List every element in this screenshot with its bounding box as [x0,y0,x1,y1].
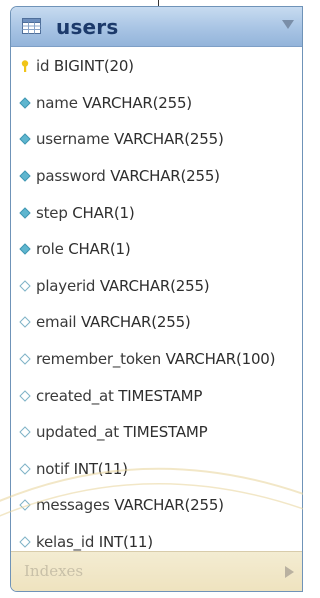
diamond-outline-icon [19,426,31,438]
column-type: VARCHAR(255) [114,496,224,515]
diamond-outline-icon [19,463,31,475]
diamond-filled-icon [19,243,31,255]
column-type: CHAR(1) [68,240,131,259]
column-name: messages [36,496,110,515]
triangle-right-icon[interactable] [285,566,294,578]
column-type: VARCHAR(255) [99,276,210,295]
table-entity-users[interactable]: users id BIGINT(20) name VARCHAR(255) user… [10,6,303,592]
column-row[interactable]: password VARCHAR(255) [11,158,302,195]
column-name: updated_at [36,423,119,442]
column-type: VARCHAR(255) [113,130,224,149]
column-text: kelas_id INT(11) [36,533,153,551]
column-type: VARCHAR(255) [110,167,220,186]
table-header[interactable]: users [11,7,302,47]
diamond-outline-icon [19,280,31,292]
column-name: password [36,167,106,186]
triangle-down-icon[interactable] [282,20,294,30]
column-row[interactable]: playerid VARCHAR(255) [11,268,302,305]
diamond-outline-icon [19,536,31,548]
diamond-outline-icon [19,389,31,402]
column-text: updated_at TIMESTAMP [36,423,208,441]
column-text: step CHAR(1) [36,204,135,222]
column-type: VARCHAR(255) [80,313,191,332]
diamond-filled-icon [19,133,31,146]
column-text: email VARCHAR(255) [36,313,191,331]
diamond-filled-icon [19,170,31,182]
column-name: email [36,313,77,332]
column-type: TIMESTAMP [118,386,203,405]
column-name: notif [36,459,70,478]
indexes-label: Indexes [24,562,84,580]
column-name: playerid [36,276,96,295]
column-text: playerid VARCHAR(255) [36,276,210,295]
column-text: id BIGINT(20) [36,57,134,75]
diamond-filled-icon [19,206,31,219]
column-type: INT(11) [73,459,128,478]
column-name: kelas_id [36,533,95,552]
column-text: remember_token VARCHAR(100) [36,350,275,368]
column-row[interactable]: username VARCHAR(255) [11,121,302,158]
column-row[interactable]: id BIGINT(20) [11,48,302,85]
column-row[interactable]: step CHAR(1) [11,194,302,231]
column-text: messages VARCHAR(255) [36,496,224,514]
column-row[interactable]: remember_token VARCHAR(100) [11,341,302,378]
column-row[interactable]: notif INT(11) [11,451,302,488]
column-name: name [36,93,78,112]
column-row[interactable]: created_at TIMESTAMP [11,377,302,414]
diamond-outline-icon [19,353,31,365]
column-type: CHAR(1) [72,203,135,222]
column-text: created_at TIMESTAMP [36,387,202,405]
column-row[interactable]: updated_at TIMESTAMP [11,414,302,451]
table-title: users [56,15,119,39]
indexes-section[interactable]: Indexes [11,551,302,591]
column-text: name VARCHAR(255) [36,94,192,112]
column-name: id [36,57,50,76]
column-name: step [36,203,68,222]
column-row[interactable]: name VARCHAR(255) [11,85,302,122]
column-name: remember_token [36,350,162,369]
table-grid-icon [22,18,41,34]
diagram-canvas: users id BIGINT(20) name VARCHAR(255) user… [0,0,303,598]
column-text: password VARCHAR(255) [36,167,220,185]
column-name: created_at [36,386,114,405]
column-text: notif INT(11) [36,460,128,478]
diamond-outline-icon [19,316,31,329]
column-type: INT(11) [98,533,153,552]
column-row[interactable]: email VARCHAR(255) [11,304,302,341]
column-list: id BIGINT(20) name VARCHAR(255) username V… [11,47,302,560]
diamond-filled-icon [19,97,31,109]
column-type: VARCHAR(255) [82,93,192,112]
column-row[interactable]: role CHAR(1) [11,231,302,268]
column-name: role [36,240,64,259]
diamond-outline-icon [19,499,31,512]
primary-key-icon [21,60,29,73]
column-row[interactable]: messages VARCHAR(255) [11,487,302,524]
column-name: username [36,130,110,149]
column-text: role CHAR(1) [36,240,131,258]
column-type: BIGINT(20) [53,57,134,76]
column-type: VARCHAR(100) [165,350,276,369]
column-type: TIMESTAMP [123,423,208,442]
column-text: username VARCHAR(255) [36,130,224,148]
